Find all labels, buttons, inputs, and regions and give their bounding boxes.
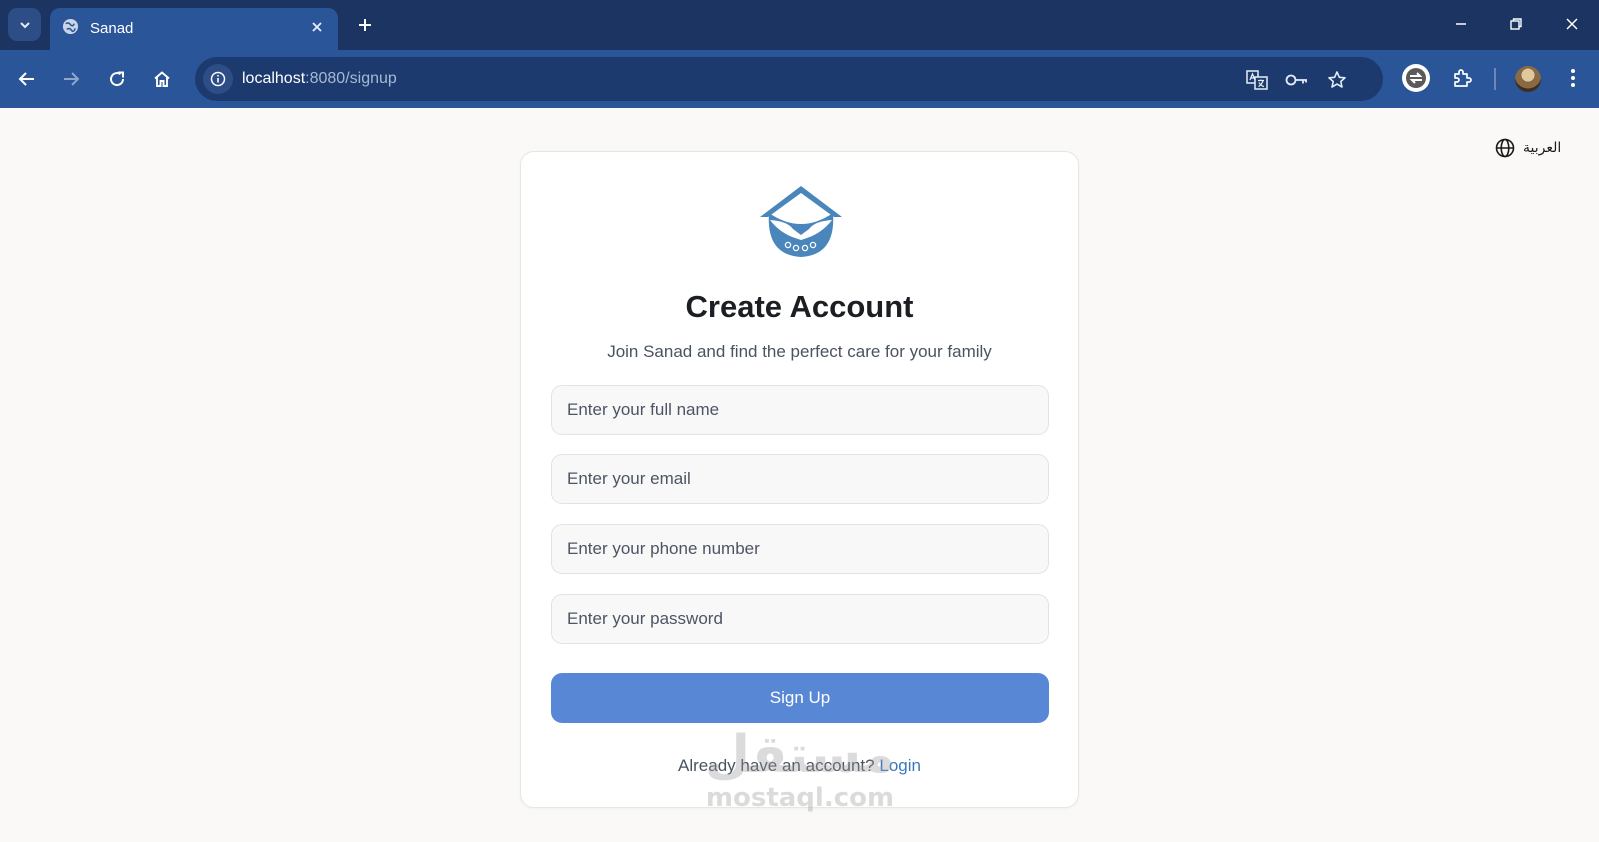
browser-toolbar: localhost:8080/signup xyxy=(0,50,1599,108)
browser-menu-button[interactable] xyxy=(1557,62,1589,94)
url-host: localhost xyxy=(242,70,306,87)
key-icon xyxy=(1285,74,1307,86)
close-icon xyxy=(312,22,322,32)
translate-icon xyxy=(1246,70,1268,90)
star-icon xyxy=(1328,71,1346,88)
profile-avatar[interactable] xyxy=(1515,66,1541,92)
info-icon xyxy=(210,71,226,87)
minimize-button[interactable] xyxy=(1446,9,1476,39)
login-link[interactable]: Login xyxy=(879,756,921,775)
close-window-button[interactable] xyxy=(1557,9,1587,39)
globe-icon xyxy=(1495,138,1515,158)
address-bar[interactable]: localhost:8080/signup xyxy=(195,57,1383,101)
bookmark-button[interactable] xyxy=(1325,68,1349,92)
signup-card: Create Account Join Sanad and find the p… xyxy=(520,151,1079,808)
extensions-button[interactable] xyxy=(1446,62,1478,94)
back-button[interactable] xyxy=(12,64,42,94)
site-info-button[interactable] xyxy=(203,64,233,94)
minimize-icon xyxy=(1456,23,1466,25)
toolbar-divider xyxy=(1494,68,1496,90)
home-icon xyxy=(154,71,170,87)
password-manager-button[interactable] xyxy=(1285,68,1309,92)
tab-close-button[interactable] xyxy=(306,16,328,38)
reload-icon xyxy=(110,71,125,87)
page-subtitle: Join Sanad and find the perfect care for… xyxy=(607,342,992,361)
kebab-icon xyxy=(1571,69,1575,87)
puzzle-icon xyxy=(1454,69,1472,87)
home-button[interactable] xyxy=(147,64,177,94)
language-switcher[interactable]: العربية xyxy=(1495,138,1561,158)
url-path: :8080/signup xyxy=(305,70,397,87)
sign-up-button[interactable]: Sign Up xyxy=(551,673,1049,723)
arrow-left-icon xyxy=(18,72,34,86)
phone-input[interactable] xyxy=(551,524,1049,574)
tab-search-button[interactable] xyxy=(8,8,41,41)
full-name-input[interactable] xyxy=(551,385,1049,435)
password-input[interactable] xyxy=(551,594,1049,644)
url-text[interactable]: localhost:8080/signup xyxy=(242,70,397,88)
login-prompt: Already have an account? Login xyxy=(521,756,1078,776)
sanad-logo xyxy=(760,186,842,257)
profile-sync-button[interactable] xyxy=(1400,62,1432,94)
page-title: Create Account xyxy=(685,289,914,324)
close-icon xyxy=(1566,18,1578,30)
forward-button[interactable] xyxy=(56,64,86,94)
email-input[interactable] xyxy=(551,454,1049,504)
login-prompt-text: Already have an account? xyxy=(678,756,875,775)
language-label: العربية xyxy=(1523,140,1562,156)
arrow-right-icon xyxy=(64,72,80,86)
restore-button[interactable] xyxy=(1501,9,1531,39)
globe-icon xyxy=(62,18,79,35)
new-tab-button[interactable] xyxy=(352,12,378,38)
browser-tab-sanad[interactable]: Sanad xyxy=(50,8,338,50)
reload-button[interactable] xyxy=(102,64,132,94)
translate-button[interactable] xyxy=(1245,68,1269,92)
tab-title: Sanad xyxy=(90,20,134,37)
sync-extension-icon xyxy=(1402,64,1430,92)
restore-icon xyxy=(1510,18,1522,30)
chevron-down-icon xyxy=(19,21,30,28)
plus-icon xyxy=(359,19,371,31)
tab-strip: Sanad xyxy=(0,0,1599,50)
